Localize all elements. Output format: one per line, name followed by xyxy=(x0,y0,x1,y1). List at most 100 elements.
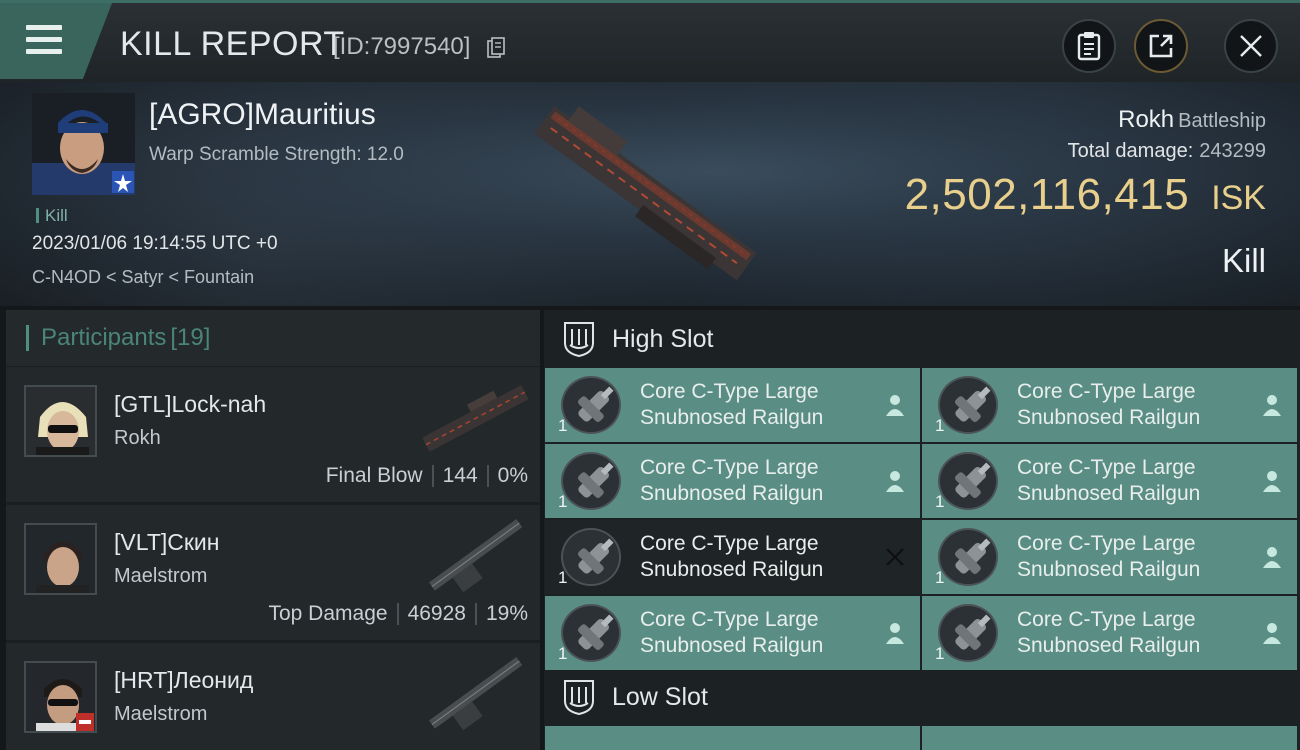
participant-damage: 144 xyxy=(442,464,478,487)
high-slot-module[interactable]: 1 Core C-Type Large Snubnosed Railgun xyxy=(545,520,920,594)
victim-ship-class: Battleship xyxy=(1178,110,1266,132)
high-slot-module[interactable]: 1 Core C-Type Large Snubnosed Railgun xyxy=(922,444,1297,518)
module-name-line2: Snubnosed Railgun xyxy=(1017,406,1201,429)
participant-stats: Top Damage 46928 19% xyxy=(268,602,528,626)
participants-panel: Participants [19] [GTL]Lock-nah Rokh Fin… xyxy=(6,310,540,750)
victim-name[interactable]: [AGRO]Mauritius xyxy=(149,98,376,132)
module-name-line1: Core C-Type Large xyxy=(640,608,819,631)
total-damage-label: Total damage: xyxy=(1067,140,1194,162)
module-name-line2: Snubnosed Railgun xyxy=(640,634,824,657)
victim-ship-name: Rokh xyxy=(1118,106,1175,133)
participant-ship: Rokh xyxy=(114,427,161,449)
isk-value: 2,502,116,415 ISK xyxy=(905,170,1266,220)
module-name: Core C-Type Large Snubnosed Railgun xyxy=(640,455,870,507)
close-button[interactable] xyxy=(1224,19,1278,73)
module-name-line1: Core C-Type Large xyxy=(640,380,819,403)
module-name: Core C-Type Large Snubnosed Railgun xyxy=(1017,607,1247,659)
person-icon xyxy=(886,395,904,416)
module-name-line2: Snubnosed Railgun xyxy=(1017,558,1201,581)
person-icon xyxy=(1263,623,1281,644)
module-name-line2: Snubnosed Railgun xyxy=(640,482,824,505)
high-slot-module[interactable]: 1 Core C-Type Large Snubnosed Railgun xyxy=(922,520,1297,594)
top-bar: KILL REPORT [ID:7997540] xyxy=(0,0,1300,82)
module-name-line2: Snubnosed Railgun xyxy=(640,558,824,581)
person-icon xyxy=(1263,395,1281,416)
railgun-icon xyxy=(938,528,998,586)
module-name-line2: Snubnosed Railgun xyxy=(1017,482,1201,505)
victim-panel: [AGRO]Mauritius Warp Scramble Strength: … xyxy=(0,82,1300,306)
module-quantity: 1 xyxy=(558,568,568,587)
module-quantity: 1 xyxy=(558,492,568,511)
participant-percent: 19% xyxy=(485,602,528,625)
share-button[interactable] xyxy=(1134,19,1188,73)
high-slot-module[interactable]: 1 Core C-Type Large Snubnosed Railgun xyxy=(922,596,1297,670)
kill-tag: Kill xyxy=(36,206,68,226)
victim-ship[interactable]: Rokh Battleship xyxy=(1118,106,1266,134)
person-icon xyxy=(1263,471,1281,492)
close-icon xyxy=(1240,35,1262,57)
participant-ship-icon xyxy=(422,385,529,452)
x-icon xyxy=(886,548,904,566)
module-name-line1: Core C-Type Large xyxy=(1017,456,1196,479)
high-slot-header: High Slot xyxy=(544,310,1300,368)
module-name-line2: Snubnosed Railgun xyxy=(1017,634,1201,657)
report-id: [ID:7997540] xyxy=(333,33,471,60)
clipboard-button[interactable] xyxy=(1062,19,1116,73)
menu-button[interactable] xyxy=(0,3,112,79)
warp-scramble: Warp Scramble Strength: 12.0 xyxy=(149,144,404,165)
copy-icon[interactable] xyxy=(487,37,505,59)
menu-icon xyxy=(26,25,62,55)
railgun-icon xyxy=(938,376,998,434)
high-slot-module[interactable]: 1 Core C-Type Large Snubnosed Railgun xyxy=(545,368,920,442)
module-quantity: 1 xyxy=(935,492,945,511)
isk-amount: 2,502,116,415 xyxy=(904,170,1190,219)
module-name: Core C-Type Large Snubnosed Railgun xyxy=(1017,531,1247,583)
railgun-icon xyxy=(938,452,998,510)
low-slot-module[interactable] xyxy=(922,726,1297,750)
railgun-icon xyxy=(561,604,621,662)
participant-avatar xyxy=(24,385,97,457)
railgun-icon xyxy=(561,452,621,510)
module-name: Core C-Type Large Snubnosed Railgun xyxy=(640,607,870,659)
participant-damage: 46928 xyxy=(407,602,466,625)
page-title: KILL REPORT xyxy=(120,25,345,63)
clipboard-icon xyxy=(1077,32,1101,61)
module-name-line1: Core C-Type Large xyxy=(640,532,819,555)
railgun-icon xyxy=(938,604,998,662)
isk-unit: ISK xyxy=(1211,179,1266,217)
participant-name: [GTL]Lock-nah xyxy=(114,391,267,417)
module-name: Core C-Type Large Snubnosed Railgun xyxy=(640,531,870,583)
module-name-line1: Core C-Type Large xyxy=(640,456,819,479)
participant-stat-label: Final Blow xyxy=(325,464,423,487)
low-slot-module[interactable] xyxy=(545,726,920,750)
high-slot-module[interactable]: 1 Core C-Type Large Snubnosed Railgun xyxy=(545,444,920,518)
high-slot-module[interactable]: 1 Core C-Type Large Snubnosed Railgun xyxy=(922,368,1297,442)
kill-location[interactable]: C-N4OD < Satyr < Fountain xyxy=(32,267,254,288)
module-quantity: 1 xyxy=(935,644,945,663)
participant-name: [HRT]Леонид xyxy=(114,667,254,693)
kill-timestamp: 2023/01/06 19:14:55 UTC +0 xyxy=(32,233,278,254)
participant-avatar xyxy=(24,523,97,595)
share-icon xyxy=(1149,34,1173,58)
participant-row[interactable]: [HRT]Леонид Maelstrom xyxy=(6,643,540,750)
low-slot-header: Low Slot xyxy=(544,668,1300,726)
person-icon xyxy=(886,623,904,644)
victim-avatar[interactable] xyxy=(32,93,135,195)
participant-row[interactable]: [GTL]Lock-nah Rokh Final Blow 144 0% xyxy=(6,367,540,502)
participants-header: Participants [19] xyxy=(6,310,540,366)
high-slot-label: High Slot xyxy=(612,324,714,353)
participant-row[interactable]: [VLT]Скин Maelstrom Top Damage 46928 19% xyxy=(6,505,540,640)
railgun-icon xyxy=(561,528,621,586)
participant-percent: 0% xyxy=(497,464,528,487)
shield-icon xyxy=(564,680,594,715)
module-quantity: 1 xyxy=(558,644,568,663)
person-icon xyxy=(886,471,904,492)
high-slot-module[interactable]: 1 Core C-Type Large Snubnosed Railgun xyxy=(545,596,920,670)
participant-ship-icon xyxy=(428,519,523,593)
person-icon xyxy=(1263,547,1281,568)
victim-ship-render xyxy=(534,105,757,281)
module-name-line2: Snubnosed Railgun xyxy=(640,406,824,429)
fitting-panel: High Slot 1 Core C-Type Large Snubnosed Ra… xyxy=(544,310,1300,750)
shield-icon xyxy=(564,322,594,357)
module-name-line1: Core C-Type Large xyxy=(1017,380,1196,403)
